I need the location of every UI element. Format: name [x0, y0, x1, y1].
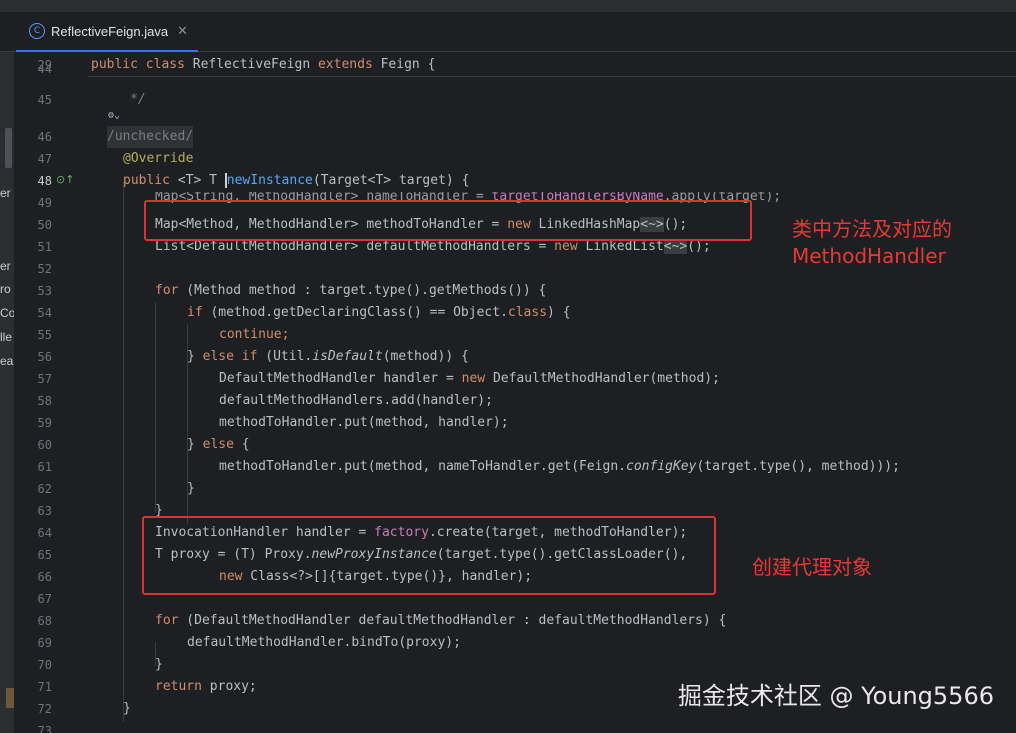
- editor-tab-bar: C ReflectiveFeign.java ✕: [0, 12, 1016, 52]
- panel-item[interactable]: Co: [0, 306, 14, 320]
- line-number: 66: [37, 570, 52, 584]
- sticky-code: public class ReflectiveFeign extends Fei…: [91, 57, 436, 72]
- indent-guide: [155, 302, 156, 512]
- watermark: 掘金技术社区 @ Young5566: [677, 682, 994, 710]
- line-number: 59: [37, 416, 52, 430]
- code-line-69: defaultMethodHandler.bindTo(proxy);: [187, 635, 461, 650]
- line-number: 71: [37, 680, 52, 694]
- sticky-class-header[interactable]: 29 public class ReflectiveFeign extends …: [38, 54, 1016, 77]
- line-number: 53: [37, 284, 52, 298]
- tab-reflective-feign[interactable]: C ReflectiveFeign.java ✕: [16, 12, 198, 52]
- code-line-54: if (method.getDeclaringClass() == Object…: [187, 305, 571, 320]
- line-number: 45: [37, 93, 52, 107]
- override-method-icon[interactable]: ⊙↑: [56, 173, 74, 186]
- project-panel-edge: er er ro Co lle ea: [0, 52, 14, 733]
- code-line-70: }: [155, 657, 163, 672]
- code-editor[interactable]: * to cache the result. */ ⚙⌄ /unchecked/…: [88, 52, 1016, 733]
- line-number: 50: [37, 218, 52, 232]
- code-line-68: for (DefaultMethodHandler defaultMethodH…: [155, 613, 727, 628]
- line-number: 47: [37, 152, 52, 166]
- panel-item[interactable]: ro: [0, 282, 11, 296]
- line-number: 73: [37, 724, 52, 733]
- code-line-71: return proxy;: [155, 679, 257, 694]
- close-icon[interactable]: ✕: [177, 24, 188, 39]
- panel-scrollbar[interactable]: [5, 128, 12, 168]
- code-suppress-warnings: /unchecked/: [107, 126, 194, 148]
- highlight-box-method-map: [144, 200, 752, 241]
- line-number: 72: [37, 702, 52, 716]
- code-line-55: continue;: [219, 327, 290, 342]
- line-number: 54: [37, 306, 52, 320]
- class-c-icon: C: [29, 23, 45, 39]
- indent-guide: [123, 182, 124, 722]
- panel-item[interactable]: ea: [0, 354, 13, 368]
- highlight-box-create-proxy: [142, 516, 716, 595]
- line-number: 49: [37, 196, 52, 210]
- line-number: 57: [37, 372, 52, 386]
- line-number: 65: [37, 548, 52, 562]
- window-top-bar: [0, 0, 1016, 12]
- code-line-59: methodToHandler.put(method, handler);: [219, 415, 509, 430]
- code-line-72: }: [123, 701, 131, 716]
- panel-item[interactable]: er: [0, 259, 11, 273]
- code-line-61: methodToHandler.put(method, nameToHandle…: [219, 459, 900, 474]
- line-number: 48: [37, 174, 52, 188]
- code-comment: */: [130, 92, 146, 107]
- sticky-line-number: 29: [37, 58, 52, 72]
- panel-item[interactable]: er: [0, 186, 11, 200]
- annotation-note-line: 类中方法及对应的: [792, 217, 952, 241]
- line-number: 46: [37, 130, 52, 144]
- line-number: 58: [37, 394, 52, 408]
- line-number: 61: [37, 460, 52, 474]
- code-annotation: @Override: [123, 151, 194, 166]
- line-number: 56: [37, 350, 52, 364]
- panel-marker: [6, 688, 14, 708]
- tab-title: ReflectiveFeign.java: [51, 23, 169, 39]
- line-number: 62: [37, 482, 52, 496]
- code-line-56: } else if (Util.isDefault(method)) {: [187, 349, 469, 364]
- annotation-fold-icon[interactable]: ⚙⌄: [108, 110, 120, 121]
- line-number: 67: [37, 592, 52, 606]
- annotation-note-line: MethodHandler: [792, 244, 946, 268]
- line-number-gutter: 44 45 46 47 48 ⊙↑ 49 50 51 52 53 54 55 5…: [14, 52, 88, 733]
- annotation-note-method-map: 类中方法及对应的 MethodHandler: [792, 216, 952, 270]
- code-line-60: } else {: [187, 437, 250, 452]
- annotation-note-create-proxy: 创建代理对象: [752, 555, 872, 579]
- line-number: 55: [37, 328, 52, 342]
- code-line-53: for (Method method : target.type().getMe…: [155, 283, 547, 298]
- panel-item[interactable]: lle: [0, 330, 12, 344]
- code-line-62: }: [187, 481, 195, 496]
- line-number: 52: [37, 262, 52, 276]
- line-number: 60: [37, 438, 52, 452]
- line-number: 63: [37, 504, 52, 518]
- line-number: 64: [37, 526, 52, 540]
- line-number: 51: [37, 240, 52, 254]
- line-number: 68: [37, 614, 52, 628]
- code-line-57: DefaultMethodHandler handler = new Defau…: [219, 371, 720, 386]
- code-line-48: public <T> T newInstance(Target<T> targe…: [123, 173, 470, 188]
- code-line-58: defaultMethodHandlers.add(handler);: [219, 393, 493, 408]
- line-number: 69: [37, 636, 52, 650]
- line-number: 70: [37, 658, 52, 672]
